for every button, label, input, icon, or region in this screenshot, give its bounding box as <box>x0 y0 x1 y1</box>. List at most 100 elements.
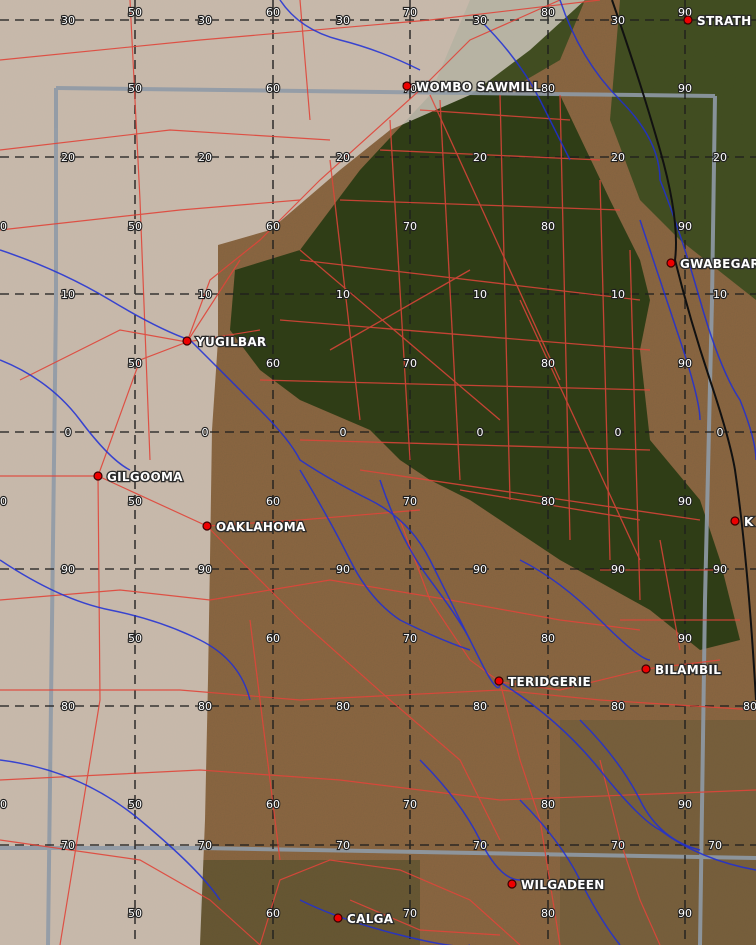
grid-coordinate-label: 20 <box>336 151 350 164</box>
town-label: GILGOOMA <box>107 470 183 484</box>
town-yugilbar[interactable]: YUGILBAR <box>182 334 267 350</box>
grid-coordinate-label: 0 <box>477 426 484 439</box>
town-marker-icon[interactable] <box>93 471 103 481</box>
grid-coordinate-label: 30 <box>61 14 75 27</box>
grid-coordinate-label: 80 <box>541 82 555 95</box>
town-marker-icon[interactable] <box>333 913 343 923</box>
town-label: STRATH <box>697 14 751 28</box>
grid-coordinate-label: 50 <box>128 357 142 370</box>
grid-coordinate-label: 90 <box>678 82 692 95</box>
grid-coordinate-label: 90 <box>336 563 350 576</box>
grid-coordinate-label: 70 <box>403 495 417 508</box>
grid-coordinate-label: 90 <box>678 495 692 508</box>
grid-coordinate-label: 80 <box>541 632 555 645</box>
town-label: YUGILBAR <box>195 335 266 349</box>
grid-coordinate-label: 10 <box>611 288 625 301</box>
grid-coordinate-label: 90 <box>0 495 7 508</box>
grid-coordinate-label: 50 <box>128 632 142 645</box>
grid-coordinate-label: 70 <box>403 632 417 645</box>
town-wilgadeen[interactable]: WILGADEEN <box>507 877 606 893</box>
town-label: WILGADEEN <box>521 878 605 892</box>
grid-coordinate-label: 80 <box>541 357 555 370</box>
grid-coordinate-label: 20 <box>61 151 75 164</box>
grid-coordinate-label: 50 <box>128 495 142 508</box>
grid-coordinate-label: 90 <box>678 798 692 811</box>
grid-coordinate-label: 10 <box>61 288 75 301</box>
grid-coordinate-label: 60 <box>266 220 280 233</box>
town-gilgooma[interactable]: GILGOOMA <box>93 469 184 485</box>
grid-coordinate-label: 0 <box>65 426 72 439</box>
town-marker-icon[interactable] <box>402 81 412 91</box>
grid-coordinate-label: 80 <box>473 700 487 713</box>
grid-coordinate-label: 70 <box>403 220 417 233</box>
grid-coordinate-label: 70 <box>403 6 417 19</box>
grid-coordinate-label: 80 <box>611 700 625 713</box>
grid-coordinate-label: 90 <box>61 563 75 576</box>
grid-coordinate-label: 90 <box>0 220 7 233</box>
grid-coordinate-label: 10 <box>473 288 487 301</box>
grid-coordinate-label: 10 <box>713 288 727 301</box>
town-marker-icon[interactable] <box>494 676 504 686</box>
grid-coordinate-label: 60 <box>266 357 280 370</box>
town-marker-icon[interactable] <box>683 15 693 25</box>
grid-coordinate-label: 70 <box>403 907 417 920</box>
grid-coordinate-label: 30 <box>198 14 212 27</box>
town-label: CALGA <box>347 912 394 926</box>
town-marker-icon[interactable] <box>730 516 740 526</box>
grid-coordinate-label: 0 <box>717 426 724 439</box>
grid-coordinate-label: 20 <box>713 151 727 164</box>
grid-coordinate-label: 70 <box>473 839 487 852</box>
town-marker-icon[interactable] <box>202 521 212 531</box>
grid-coordinate-label: 90 <box>678 357 692 370</box>
grid-coordinate-label: 90 <box>198 563 212 576</box>
grid-coordinate-label: 70 <box>403 798 417 811</box>
grid-coordinate-label: 90 <box>611 563 625 576</box>
town-marker-icon[interactable] <box>182 336 192 346</box>
town-marker-icon[interactable] <box>507 879 517 889</box>
town-label: K <box>744 515 754 529</box>
grid-coordinate-label: 60 <box>266 495 280 508</box>
town-label: GWABEGAR <box>680 257 756 271</box>
grid-coordinate-label: 20 <box>611 151 625 164</box>
grid-coordinate-label: 20 <box>198 151 212 164</box>
grid-coordinate-label: 60 <box>266 6 280 19</box>
grid-coordinate-label: 90 <box>0 798 7 811</box>
grid-coordinate-label: 70 <box>198 839 212 852</box>
grid-coordinate-label: 0 <box>615 426 622 439</box>
grid-coordinate-label: 30 <box>611 14 625 27</box>
grid-coordinate-label: 30 <box>473 14 487 27</box>
town-marker-icon[interactable] <box>666 258 676 268</box>
grid-coordinate-label: 90 <box>473 563 487 576</box>
grid-coordinate-label: 90 <box>678 907 692 920</box>
grid-coordinate-label: 10 <box>198 288 212 301</box>
grid-coordinate-label: 90 <box>713 563 727 576</box>
town-marker-icon[interactable] <box>641 664 651 674</box>
town-teridgerie[interactable]: TERIDGERIE <box>494 674 592 690</box>
grid-coordinate-label: 60 <box>266 907 280 920</box>
grid-coordinate-label: 50 <box>128 82 142 95</box>
grid-coordinate-label: 60 <box>266 632 280 645</box>
town-gwabegar[interactable]: GWABEGAR <box>666 256 756 272</box>
grid-coordinate-label: 70 <box>708 839 722 852</box>
grid-coordinate-label: 70 <box>61 839 75 852</box>
grid-coordinate-label: 80 <box>541 220 555 233</box>
grid-coordinate-label: 80 <box>541 798 555 811</box>
grid-coordinate-label: 50 <box>128 798 142 811</box>
town-oaklahoma[interactable]: OAKLAHOMA <box>202 519 307 535</box>
town-label: OAKLAHOMA <box>216 520 306 534</box>
grid-coordinate-label: 0 <box>202 426 209 439</box>
grid-coordinate-label: 70 <box>336 839 350 852</box>
town-label: BILAMBIL <box>655 663 721 677</box>
grid-coordinate-label: 50 <box>128 6 142 19</box>
grid-coordinate-label: 60 <box>266 798 280 811</box>
town-label: WOMBO SAWMILL <box>416 80 541 94</box>
town-wombo-sawmill[interactable]: WOMBO SAWMILL <box>402 79 542 95</box>
grid-coordinate-label: 80 <box>541 495 555 508</box>
grid-coordinate-label: 20 <box>473 151 487 164</box>
grid-coordinate-label: 60 <box>266 82 280 95</box>
topographic-map[interactable]: 30 50 30 60 30 70 30 80 30 90 50 60 70 80 90 20 20 20 20 20… <box>0 0 756 945</box>
grid-coordinate-label: 90 <box>678 220 692 233</box>
grid-coordinate-label: 80 <box>541 6 555 19</box>
grid-coordinate-label: 80 <box>541 907 555 920</box>
grid-coordinate-label: 80 <box>336 700 350 713</box>
